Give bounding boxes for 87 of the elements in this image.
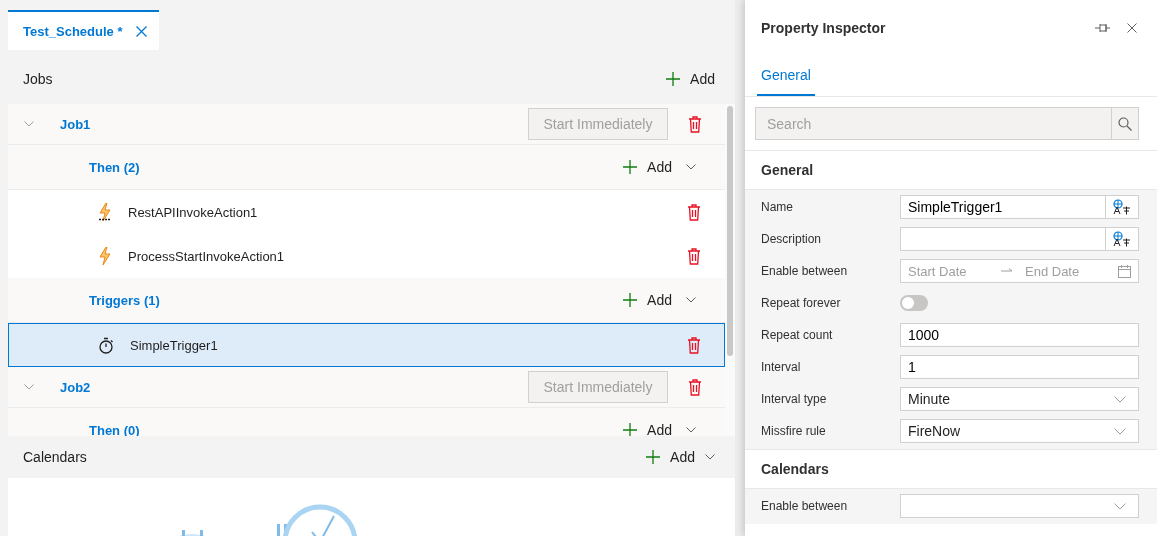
field-label: Missfire rule [761,424,827,438]
chevron-down-icon [686,297,696,303]
plus-icon [623,423,638,436]
search-field[interactable]: Search [755,107,1111,140]
add-job-button[interactable]: Add [666,71,715,87]
chevron-down-icon [1114,502,1126,510]
toggle-switch[interactable] [900,295,928,311]
chevron-down-icon [705,454,715,460]
item-name: ProcessStartInvokeAction1 [128,248,286,264]
group-label: Triggers (1) [89,292,161,308]
job-row[interactable]: Job2 Start Immediately [8,367,725,408]
tree-item[interactable]: SimpleTrigger1 [8,323,725,367]
close-icon [1127,22,1137,33]
group-label: Then (2) [89,159,141,175]
close-icon [136,25,148,37]
field-label: Name [761,200,794,214]
trash-icon [687,336,701,354]
document-tab[interactable]: Test_Schedule * [8,10,160,50]
arrow-right-icon [1001,268,1013,274]
chevron-down-icon [24,121,34,127]
translate-button[interactable] [1105,227,1139,251]
dropdown[interactable]: FireNow [900,419,1139,443]
expand-button[interactable] [24,121,34,127]
delete-button[interactable] [688,115,702,133]
translate-icon [1113,231,1131,247]
plus-icon [646,450,661,464]
field-label: Repeat count [761,328,834,342]
chevron-down-icon [24,384,34,390]
add-button[interactable]: Add [623,159,672,175]
plus-icon [666,72,681,86]
field-label: Interval [761,360,802,374]
chevron-down-icon [686,164,696,170]
text-field[interactable]: 1 [900,355,1139,379]
stopwatch-icon [98,336,114,354]
group-row[interactable]: Triggers (1) Add [8,278,725,323]
chevron-down-icon [686,427,696,433]
chevron-down-icon [1114,395,1126,403]
group-row[interactable]: Then (2) Add [8,145,725,190]
section-title: General [745,150,1157,190]
plus-icon [623,293,638,307]
inspector-tab[interactable]: General [757,55,815,96]
field-label: Enable between [761,264,849,278]
delete-button[interactable] [688,378,702,396]
delete-button[interactable] [687,336,701,354]
rest-lightning-icon [98,203,112,221]
field-label: Repeat forever [761,296,842,310]
dropdown[interactable]: Minute [900,387,1139,411]
trash-icon [687,247,701,265]
text-field[interactable] [900,227,1105,251]
search-button[interactable] [1111,107,1139,140]
field-label: Interval type [761,392,828,406]
add-button[interactable]: Add [623,422,672,436]
job-name: Job1 [60,116,92,132]
section-title: Calendars [745,449,1157,489]
panel-title: Property Inspector [761,19,887,36]
jobs-title: Jobs [23,71,54,87]
add-calendar-button[interactable]: Add [646,449,715,465]
pin-icon [1095,22,1111,33]
scrollbar[interactable] [725,104,735,436]
job-row[interactable]: Job1 Start Immediately [8,104,725,145]
lightning-icon [98,247,112,265]
calendar-icon [1118,264,1131,278]
expand-button[interactable] [24,384,34,390]
delete-button[interactable] [687,247,701,265]
item-name: SimpleTrigger1 [130,337,219,353]
translate-button[interactable] [1105,195,1139,219]
add-button[interactable]: Add [623,292,672,308]
item-name: RestAPIInvokeAction1 [128,204,259,220]
plus-icon [623,160,638,174]
delete-button[interactable] [687,203,701,221]
close-button[interactable] [1127,22,1137,33]
trash-icon [688,115,702,133]
translate-icon [1113,199,1131,215]
search-icon [1118,116,1132,131]
trash-icon [688,378,702,396]
dropdown-button[interactable] [686,164,696,170]
pin-button[interactable] [1095,22,1111,33]
field-label: Description [761,232,823,246]
calendars-title: Calendars [23,449,88,465]
text-field[interactable]: SimpleTrigger1 [900,195,1105,219]
dropdown-button[interactable] [686,427,696,433]
field-label: Enable between [761,499,849,513]
job-name: Job2 [60,379,92,395]
text-field[interactable]: 1000 [900,323,1139,347]
trash-icon [687,203,701,221]
chevron-down-icon [1114,427,1126,435]
dropdown-button[interactable] [686,297,696,303]
